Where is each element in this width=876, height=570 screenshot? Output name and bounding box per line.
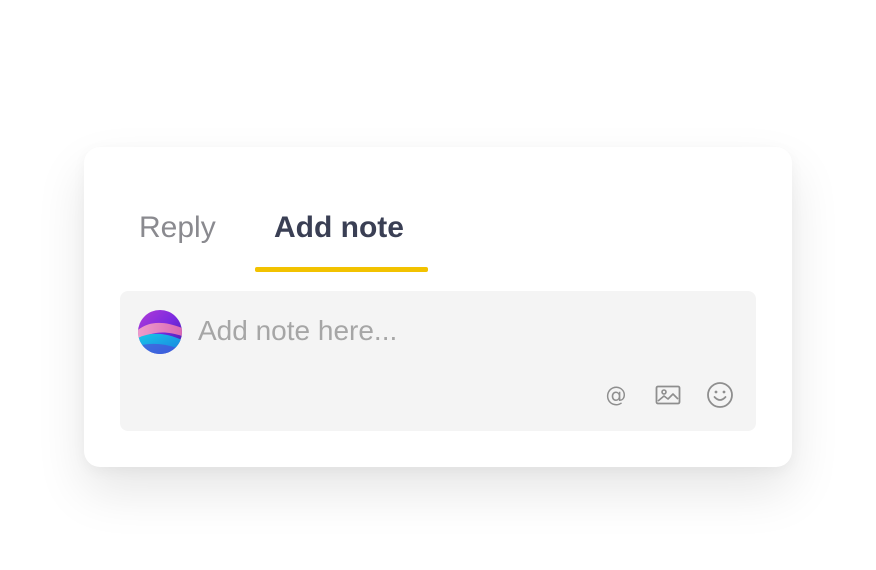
image-icon[interactable] bbox=[652, 379, 684, 411]
at-mention-symbol: @ bbox=[605, 382, 627, 407]
note-composer: @ bbox=[120, 291, 756, 431]
note-input[interactable] bbox=[198, 309, 718, 353]
stage: Reply Add note Add note here... @ bbox=[0, 0, 876, 570]
composer-toolbar: @ bbox=[580, 379, 736, 411]
tab-bar: Reply Add note bbox=[84, 147, 792, 272]
emoji-icon[interactable] bbox=[704, 379, 736, 411]
avatar-image bbox=[138, 310, 182, 354]
tab-add-note[interactable]: Add note bbox=[274, 209, 404, 247]
note-card: Reply Add note Add note here... @ bbox=[84, 147, 792, 467]
emoji-icon-svg bbox=[707, 382, 733, 408]
active-tab-indicator bbox=[255, 267, 428, 272]
at-mention-icon[interactable]: @ bbox=[600, 379, 632, 411]
image-icon-svg bbox=[655, 385, 681, 405]
tab-reply[interactable]: Reply bbox=[139, 209, 216, 247]
avatar bbox=[138, 310, 182, 354]
